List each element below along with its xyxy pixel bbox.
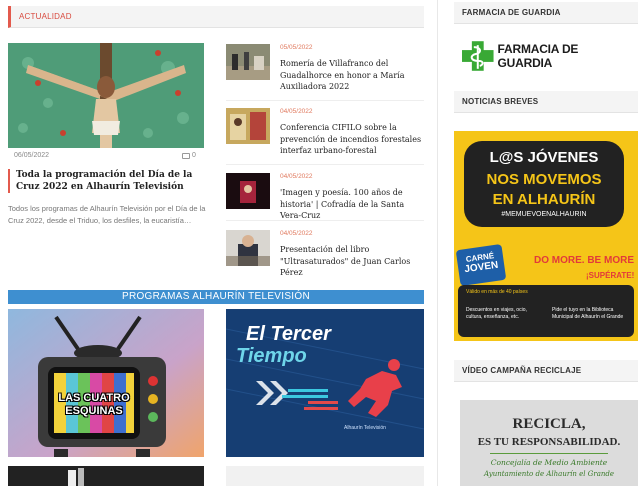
promo-info-1: Descuentos en viajes, ocio, cultura, ens… bbox=[466, 307, 527, 320]
video-header-title: VÍDEO CAMPAÑA RECICLAJE bbox=[462, 366, 582, 375]
promo-slogan-1: DO MORE. BE MORE bbox=[534, 255, 635, 266]
news-item[interactable]: 05/05/2022 Romería de Villafranco del Gu… bbox=[226, 44, 426, 94]
sidebar-header-video: VÍDEO CAMPAÑA RECICLAJE bbox=[454, 360, 638, 382]
section-title: ACTUALIDAD bbox=[19, 12, 72, 21]
comment-icon bbox=[182, 152, 190, 159]
promo-slogan-2: ¡SUPÉRATE! bbox=[586, 271, 635, 280]
news-title[interactable]: 'Imagen y poesía. 100 años de historia' … bbox=[280, 187, 426, 222]
program-card-el-tercer-tiempo[interactable]: El Tercer Tiempo Alhaurín Televisión bbox=[226, 309, 424, 457]
promo-line-2: NOS MOVEMOS bbox=[486, 171, 602, 188]
news-header-title: NOTICIAS BREVES bbox=[462, 97, 539, 106]
section-header-actualidad: ACTUALIDAD bbox=[8, 6, 424, 28]
news-thumbnail[interactable] bbox=[226, 230, 270, 266]
promo-line-1: L@S JÓVENES bbox=[489, 149, 599, 166]
program-card-partial[interactable] bbox=[8, 466, 204, 486]
news-date: 04/05/2022 bbox=[280, 108, 313, 115]
video-sub-1: Concejalía de Medio Ambiente bbox=[490, 458, 608, 467]
program-title-1: El Tercer bbox=[246, 323, 331, 345]
program-card-partial[interactable] bbox=[226, 466, 424, 486]
news-date: 04/05/2022 bbox=[280, 173, 313, 180]
column-divider bbox=[437, 0, 438, 486]
news-item[interactable]: 04/05/2022 'Imagen y poesía. 100 años de… bbox=[226, 173, 426, 220]
comment-count: 0 bbox=[192, 152, 196, 159]
featured-title[interactable]: Toda la programación del Día de la Cruz … bbox=[8, 169, 208, 193]
divider bbox=[226, 220, 424, 221]
promo-info-2: Pide el tuyo en la Biblioteca Municipal … bbox=[552, 307, 624, 320]
news-item[interactable]: 04/05/2022 Conferencia CIFILO sobre la p… bbox=[226, 108, 426, 158]
promo-hashtag: #MEMUEVOENALHAURIN bbox=[501, 211, 587, 218]
news-title[interactable]: Romería de Villafranco del Guadalhorce e… bbox=[280, 58, 426, 93]
pharmacy-cross-icon bbox=[462, 41, 494, 71]
featured-date: 06/05/2022 bbox=[14, 152, 50, 159]
sidebar-header-pharmacy: FARMACIA DE GUARDIA bbox=[454, 2, 638, 24]
featured-excerpt: Todos los programas de Alhaurín Televisi… bbox=[8, 204, 206, 225]
featured-comments[interactable]: 0 bbox=[182, 152, 196, 159]
program-title-2: Tiempo bbox=[236, 345, 307, 367]
news-date: 05/05/2022 bbox=[280, 44, 313, 51]
video-divider bbox=[490, 453, 608, 454]
news-thumbnail[interactable] bbox=[226, 108, 270, 144]
program-title-2: ESQUINAS bbox=[65, 405, 123, 417]
promo-valid: Válido en más de 40 países bbox=[466, 289, 528, 295]
pharmacy-logo[interactable]: FARMACIA DE GUARDIA bbox=[462, 40, 634, 72]
news-title[interactable]: Conferencia CIFILO sobre la prevención d… bbox=[280, 122, 426, 157]
featured-image[interactable] bbox=[8, 43, 204, 148]
program-title-1: LAS CUATRO bbox=[58, 392, 130, 404]
news-date: 04/05/2022 bbox=[280, 230, 313, 237]
divider bbox=[226, 164, 424, 165]
program-caption: Alhaurín Televisión bbox=[344, 425, 386, 431]
video-title-1: RECICLA, bbox=[512, 416, 586, 432]
video-title-2: ES TU RESPONSABILIDAD. bbox=[477, 436, 621, 448]
sidebar-header-news: NOTICIAS BREVES bbox=[454, 91, 638, 113]
carne-joven-badge: CARNÉ JOVEN bbox=[455, 243, 507, 287]
pharmacy-logo-text: FARMACIA DE GUARDIA bbox=[497, 42, 579, 70]
news-title[interactable]: Presentación del libro "Ultrasaturados" … bbox=[280, 244, 426, 279]
news-thumbnail[interactable] bbox=[226, 173, 270, 209]
promo-banner[interactable]: L@S JÓVENES NOS MOVEMOS EN ALHAURÍN #MEM… bbox=[454, 131, 638, 341]
divider bbox=[226, 100, 424, 101]
news-item[interactable]: 04/05/2022 Presentación del libro "Ultra… bbox=[226, 230, 426, 277]
video-thumbnail[interactable]: RECICLA, ES TU RESPONSABILIDAD. Concejal… bbox=[460, 400, 638, 486]
news-thumbnail[interactable] bbox=[226, 44, 270, 80]
promo-line-3: EN ALHAURÍN bbox=[492, 191, 596, 208]
programs-banner: PROGRAMAS ALHAURÍN TELEVISIÓN bbox=[8, 290, 424, 304]
program-card-las-cuatro-esquinas[interactable]: LAS CUATRO ESQUINAS bbox=[8, 309, 204, 457]
pharmacy-header-title: FARMACIA DE GUARDIA bbox=[462, 8, 561, 17]
video-sub-2: Ayuntamiento de Alhaurín el Grande bbox=[483, 470, 614, 478]
